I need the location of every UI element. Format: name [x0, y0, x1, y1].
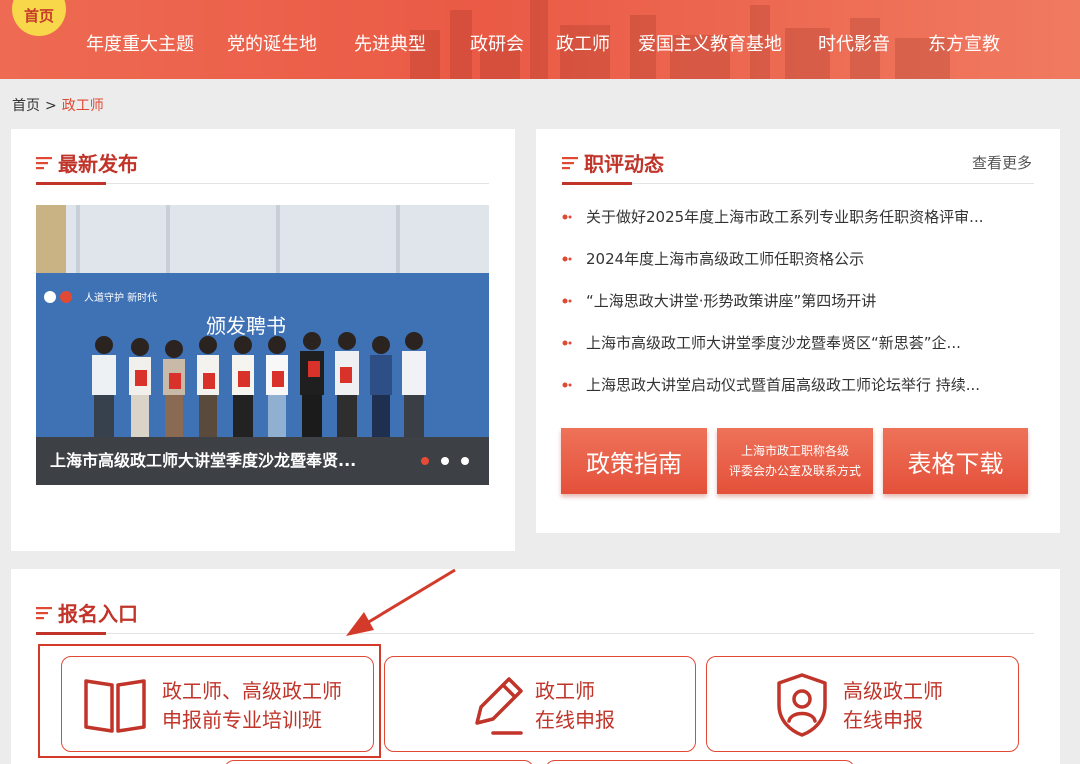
- zgs-apply-line1: 政工师: [535, 679, 595, 703]
- nav-item-research-society[interactable]: 政研会: [470, 30, 524, 56]
- top-nav-bar: 首页 年度重大主题 党的诞生地 先进典型 政研会 政工师 爱国主义教育基地 时代…: [0, 0, 1080, 79]
- registration-title: 报名入口: [58, 602, 138, 626]
- zhiping-heading: 职评动态: [562, 148, 664, 177]
- policy-guide-button[interactable]: 政策指南: [561, 428, 707, 494]
- latest-release-heading: 最新发布: [36, 148, 138, 177]
- zhiping-title: 职评动态: [584, 152, 664, 176]
- registration-underline: [36, 632, 1034, 635]
- senior-apply-line1: 高级政工师: [843, 679, 943, 703]
- nav-item-party-birthplace[interactable]: 党的诞生地: [227, 30, 317, 56]
- bullet-icon: [562, 340, 572, 346]
- list-title-icon: [36, 606, 52, 619]
- news-item[interactable]: 关于做好2025年度上海市政工系列专业职务任职资格评审...: [562, 196, 1032, 238]
- list-title-icon: [562, 156, 578, 169]
- latest-release-title: 最新发布: [58, 152, 138, 176]
- news-item-title: 关于做好2025年度上海市政工系列专业职务任职资格评审...: [586, 208, 984, 226]
- news-item[interactable]: 上海市高级政工师大讲堂季度沙龙暨奉贤区“新思荟”企...: [562, 322, 1032, 364]
- nav-item-era-media[interactable]: 时代影音: [818, 30, 890, 56]
- bullet-icon: [562, 256, 572, 262]
- senior-apply-line2: 在线申报: [843, 708, 923, 732]
- nav-item-advanced-models[interactable]: 先进典型: [354, 30, 426, 56]
- home-badge[interactable]: 首页: [12, 0, 66, 36]
- office-contacts-button[interactable]: 上海市政工职称各级 评委会办公室及联系方式: [717, 428, 873, 494]
- breadcrumb-current[interactable]: 政工师: [62, 98, 104, 114]
- highlight-box: [38, 644, 381, 758]
- nav-item-annual-themes[interactable]: 年度重大主题: [86, 30, 194, 56]
- nav-item-oriental-education[interactable]: 东方宣教: [928, 30, 1000, 56]
- news-carousel[interactable]: 人道守护 新时代 颁发聘书 上海市高级政工师大讲堂季度沙龙暨奉贤...: [36, 205, 489, 485]
- office-contacts-line2: 评委会办公室及联系方式: [728, 464, 861, 478]
- registration-heading: 报名入口: [36, 598, 138, 627]
- registration-card-row2-right[interactable]: [545, 760, 855, 764]
- news-item[interactable]: 2024年度上海市高级政工师任职资格公示: [562, 238, 1032, 280]
- view-more-link[interactable]: 查看更多: [972, 152, 1032, 173]
- user-shield-icon: [777, 673, 827, 737]
- news-item-title: 上海思政大讲堂启动仪式暨首届高级政工师论坛举行 持续...: [586, 376, 981, 394]
- banner-heading: 颁发聘书: [206, 314, 286, 338]
- carousel-dots: [421, 437, 469, 485]
- breadcrumb: 首页 > 政工师: [12, 95, 104, 115]
- list-title-icon: [36, 156, 52, 169]
- bullet-icon: [562, 298, 572, 304]
- pen-icon: [475, 677, 523, 735]
- breadcrumb-home[interactable]: 首页: [12, 98, 40, 114]
- news-item[interactable]: “上海思政大讲堂·形势政策讲座”第四场开讲: [562, 280, 1032, 322]
- latest-release-underline: [36, 182, 489, 185]
- zgs-online-apply-card[interactable]: 政工师 在线申报: [384, 656, 696, 752]
- senior-online-apply-card[interactable]: 高级政工师 在线申报: [706, 656, 1019, 752]
- news-item-title: 上海市高级政工师大讲堂季度沙龙暨奉贤区“新思荟”企...: [586, 334, 961, 352]
- breadcrumb-separator: >: [45, 98, 57, 114]
- carousel-dot-1[interactable]: [421, 457, 429, 465]
- bullet-icon: [562, 214, 572, 220]
- form-download-button[interactable]: 表格下载: [883, 428, 1028, 494]
- news-item[interactable]: 上海思政大讲堂启动仪式暨首届高级政工师论坛举行 持续...: [562, 364, 1032, 406]
- bullet-icon: [562, 382, 572, 388]
- carousel-dot-2[interactable]: [441, 457, 449, 465]
- zhiping-underline: [562, 182, 1034, 185]
- registration-card-row2-left[interactable]: [224, 760, 534, 764]
- office-contacts-line1: 上海市政工职称各级: [740, 444, 849, 458]
- news-item-title: “上海思政大讲堂·形势政策讲座”第四场开讲: [586, 292, 877, 310]
- zhiping-news-list: 关于做好2025年度上海市政工系列专业职务任职资格评审... 2024年度上海市…: [562, 196, 1032, 406]
- nav-item-political-worker[interactable]: 政工师: [556, 30, 610, 56]
- banner-slogan: 人道守护 新时代: [84, 291, 157, 304]
- nav-item-patriotic-base[interactable]: 爱国主义教育基地: [638, 30, 782, 56]
- news-item-title: 2024年度上海市高级政工师任职资格公示: [586, 250, 865, 268]
- carousel-dot-3[interactable]: [461, 457, 469, 465]
- zgs-apply-line2: 在线申报: [535, 708, 615, 732]
